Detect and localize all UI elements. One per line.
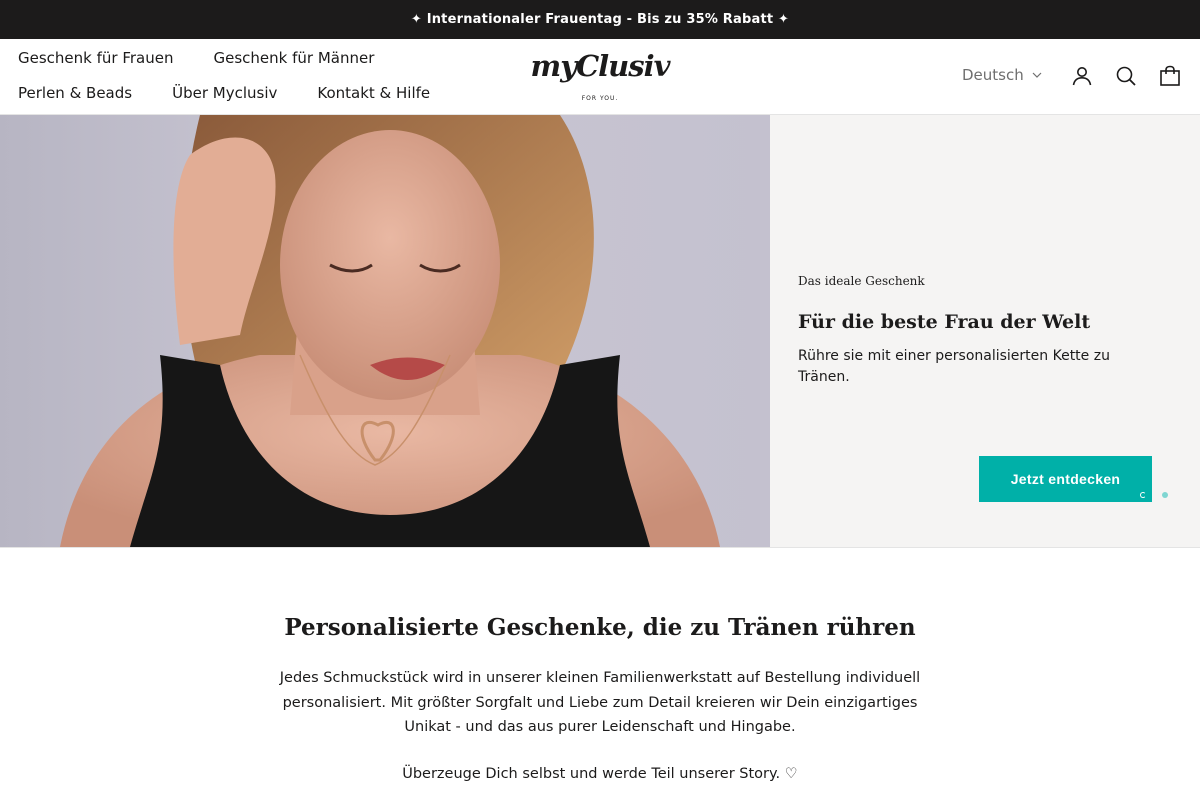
hero-description: Rühre sie mit einer personalisierten Ket… bbox=[798, 348, 1110, 385]
nav-gift-for-women[interactable]: Geschenk für Frauen bbox=[18, 49, 173, 67]
nav-gift-for-men[interactable]: Geschenk für Männer bbox=[213, 49, 374, 67]
site-logo[interactable]: myClusiv FOR YOU. bbox=[530, 47, 671, 107]
nav-contact-help[interactable]: Kontakt & Hilfe bbox=[317, 84, 430, 102]
hero-text-panel: Das ideale Geschenk Für die beste Frau d… bbox=[770, 115, 1200, 547]
intro-section: Personalisierte Geschenke, die zu Tränen… bbox=[0, 548, 1200, 800]
logo-wordmark: myClusiv bbox=[530, 49, 671, 83]
announcement-text: ✦ Internationaler Frauentag - Bis zu 35%… bbox=[410, 12, 790, 27]
user-icon[interactable] bbox=[1070, 64, 1094, 88]
language-selector[interactable]: Deutsch bbox=[962, 66, 1042, 84]
main-nav-row-2: Perlen & Beads Über Myclusiv Kontakt & H… bbox=[18, 84, 470, 102]
bag-icon[interactable] bbox=[1158, 64, 1182, 88]
nav-beads[interactable]: Perlen & Beads bbox=[18, 84, 132, 102]
main-nav-row-1: Geschenk für Frauen Geschenk für Männer bbox=[18, 49, 414, 67]
slide-dot-2[interactable] bbox=[1162, 492, 1168, 498]
intro-story-text: Überzeuge Dich selbst und werde Teil uns… bbox=[402, 766, 798, 782]
hero-kicker: Das ideale Geschenk bbox=[798, 274, 925, 288]
intro-text: Jedes Schmuckstück wird in unserer klein… bbox=[279, 670, 921, 735]
announcement-bar: ✦ Internationaler Frauentag - Bis zu 35%… bbox=[0, 0, 1200, 39]
nav-about[interactable]: Über Myclusiv bbox=[172, 84, 277, 102]
hero-image-woman-necklace bbox=[0, 115, 770, 547]
site-header: Geschenk für Frauen Geschenk für Männer … bbox=[0, 39, 1200, 115]
language-label: Deutsch bbox=[962, 66, 1024, 84]
logo-tagline: FOR YOU. bbox=[581, 95, 619, 102]
slide-dot-1[interactable] bbox=[1140, 492, 1146, 498]
hero-slideshow: Das ideale Geschenk Für die beste Frau d… bbox=[0, 115, 1200, 548]
intro-title: Personalisierte Geschenke, die zu Tränen… bbox=[284, 614, 916, 641]
search-icon[interactable] bbox=[1114, 64, 1138, 88]
chevron-down-icon bbox=[1032, 72, 1042, 78]
hero-title: Für die beste Frau der Welt bbox=[798, 311, 1091, 333]
slide-indicators bbox=[1124, 492, 1168, 498]
